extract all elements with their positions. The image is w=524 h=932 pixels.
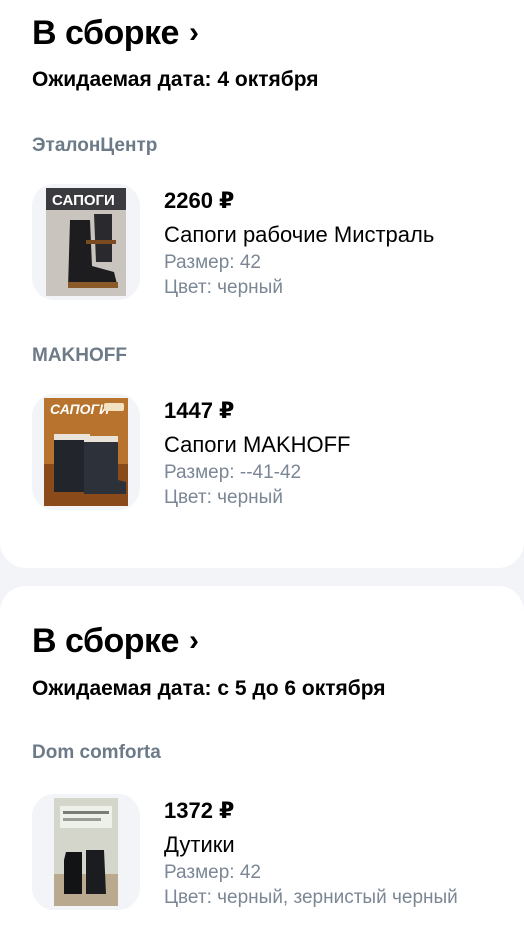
chevron-right-icon: › [188, 623, 199, 657]
item-price: 1447 ₽ [164, 398, 235, 423]
boot-image-3 [54, 798, 118, 906]
seller-name[interactable]: Dom comforta [32, 742, 161, 764]
item-price: 2260 ₽ [164, 188, 235, 213]
order-item[interactable]: САПОГИ 2260 ₽ Сапоги рабочие Мистраль Ра… [32, 184, 524, 300]
item-size: Размер: 42 [164, 862, 261, 883]
product-image[interactable] [32, 794, 140, 910]
product-image[interactable]: САПОГИ [32, 394, 140, 510]
item-price: 1372 ₽ [164, 798, 235, 823]
boot-image-2: САПОГИ [44, 398, 128, 506]
expected-date: Ожидаемая дата: 4 октября [32, 68, 319, 91]
expected-date: Ожидаемая дата: с 5 до 6 октября [32, 677, 386, 700]
order-item[interactable]: САПОГИ 1447 ₽ Сапоги MAKHOFF Размер: --4… [32, 394, 524, 510]
item-color: Цвет: черный, зернистый черный [164, 887, 458, 908]
item-name[interactable]: Дутики [164, 830, 458, 860]
order-card-1: В сборке › Ожидаемая дата: 4 октября Эта… [0, 0, 524, 568]
order-item[interactable]: 1372 ₽ Дутики Размер: 42 Цвет: черный, з… [32, 794, 524, 910]
item-color: Цвет: черный [164, 277, 283, 298]
seller-name[interactable]: MAKHOFF [32, 345, 127, 367]
badge-text: САПОГИ [52, 192, 115, 209]
chevron-right-icon: › [188, 15, 199, 49]
item-size: Размер: --41-42 [164, 462, 302, 483]
order-card-2: В сборке › Ожидаемая дата: с 5 до 6 октя… [0, 586, 524, 932]
seller-name[interactable]: ЭталонЦентр [32, 135, 157, 157]
item-size: Размер: 42 [164, 252, 261, 273]
item-name[interactable]: Сапоги MAKHOFF [164, 430, 351, 460]
section-title-text: В сборке [32, 14, 179, 52]
item-name[interactable]: Сапоги рабочие Мистраль [164, 220, 434, 250]
boot-image-1: САПОГИ [46, 188, 126, 296]
badge-text: САПОГИ [50, 401, 110, 417]
section-title-assembly-2[interactable]: В сборке › [32, 622, 199, 661]
section-title-text: В сборке [32, 622, 179, 660]
section-title-assembly-1[interactable]: В сборке › [32, 14, 199, 53]
item-color: Цвет: черный [164, 487, 283, 508]
product-image[interactable]: САПОГИ [32, 184, 140, 300]
